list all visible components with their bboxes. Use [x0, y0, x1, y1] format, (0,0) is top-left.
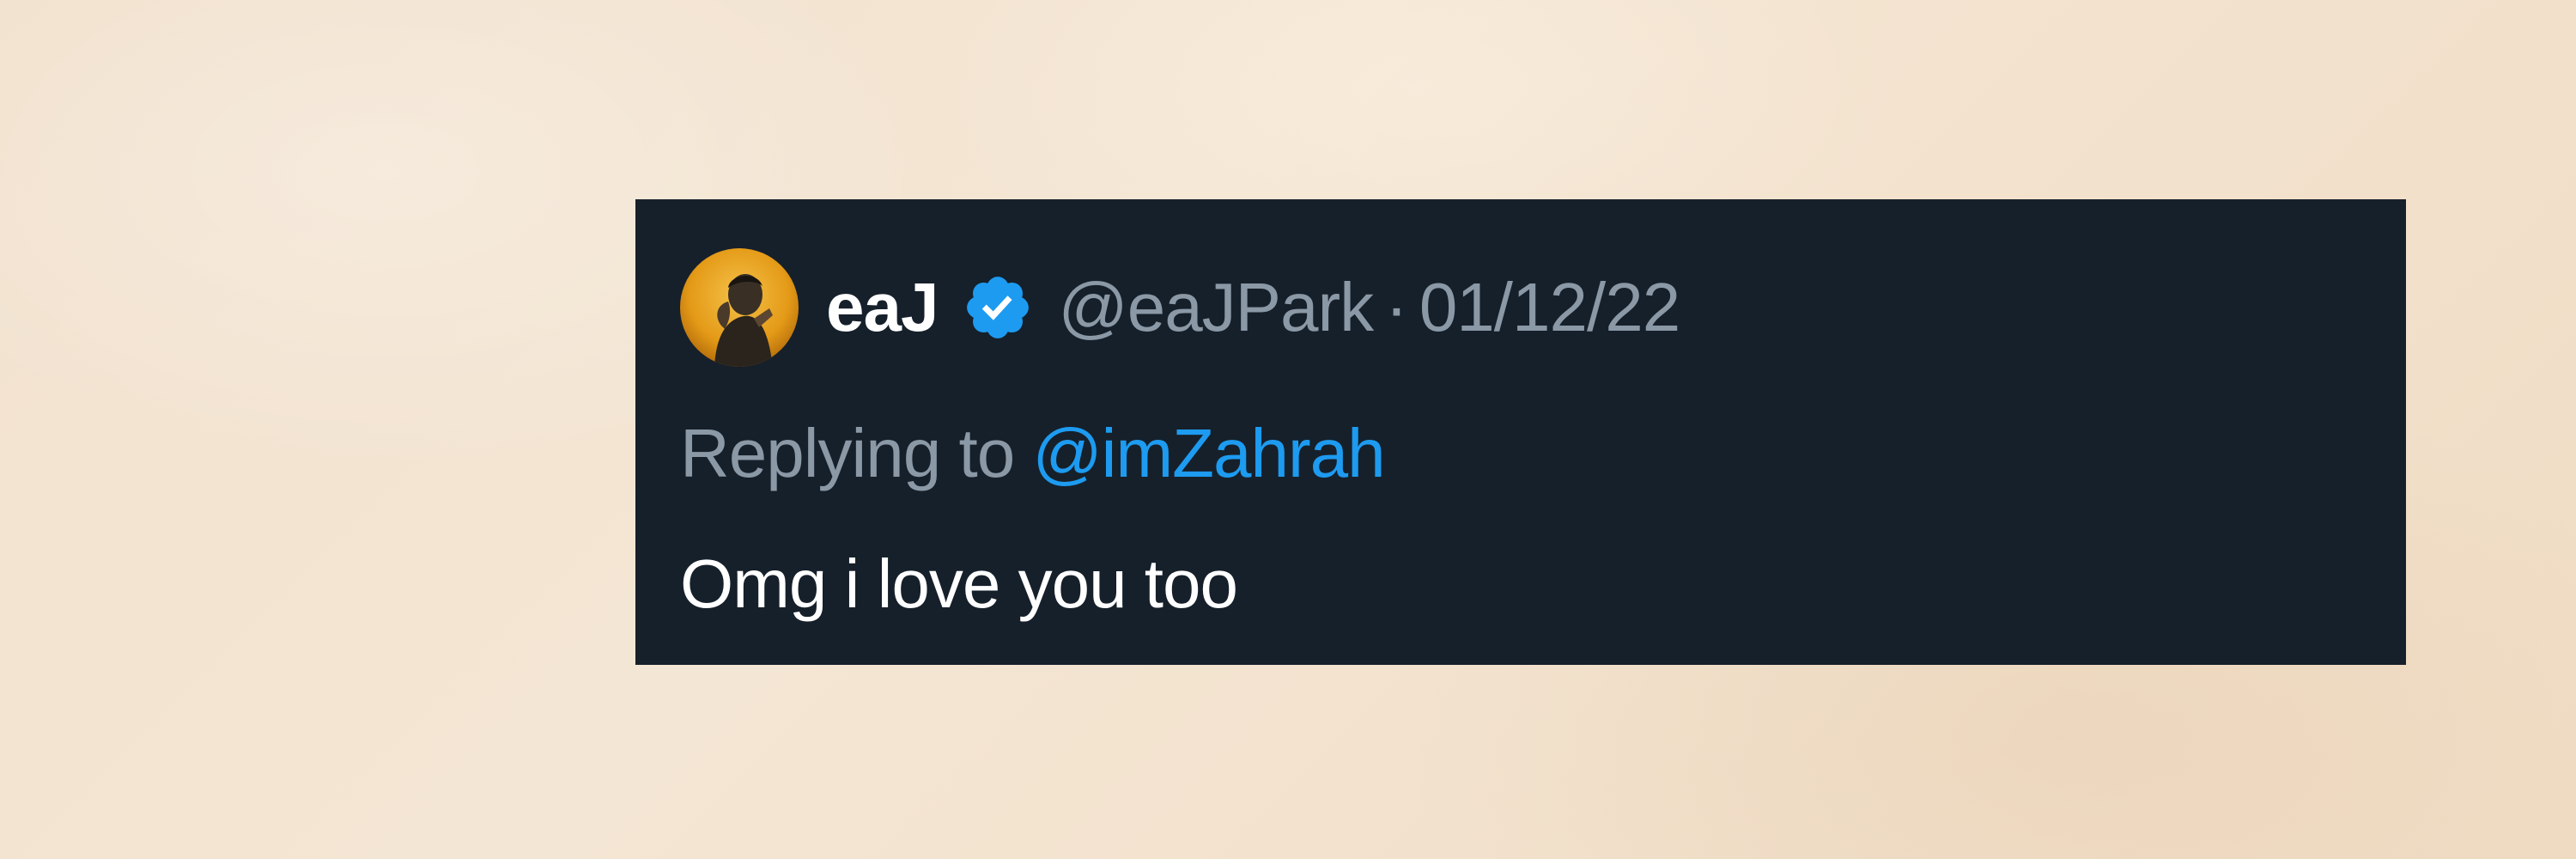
replying-to-line: Replying to @imZahrah	[680, 414, 1386, 493]
replying-to-label: Replying to	[680, 415, 1015, 491]
tweet-date[interactable]: 01/12/22	[1419, 269, 1680, 345]
tweet-header: eaJ @eaJPark · 01/12/22	[680, 247, 1680, 368]
author-display-name[interactable]: eaJ	[826, 268, 939, 347]
avatar[interactable]	[680, 248, 799, 367]
tweet-text: Omg i love you too	[680, 545, 1238, 622]
tweet-card[interactable]: eaJ @eaJPark · 01/12/22 Replying to @imZah…	[635, 199, 2406, 665]
replying-to-handle-link[interactable]: @imZahrah	[1032, 415, 1385, 491]
author-handle[interactable]: @eaJPark	[1058, 269, 1374, 345]
tweet-meta: @eaJPark · 01/12/22	[1058, 268, 1680, 347]
meta-separator: ·	[1385, 269, 1408, 345]
verified-badge-icon	[962, 271, 1034, 344]
